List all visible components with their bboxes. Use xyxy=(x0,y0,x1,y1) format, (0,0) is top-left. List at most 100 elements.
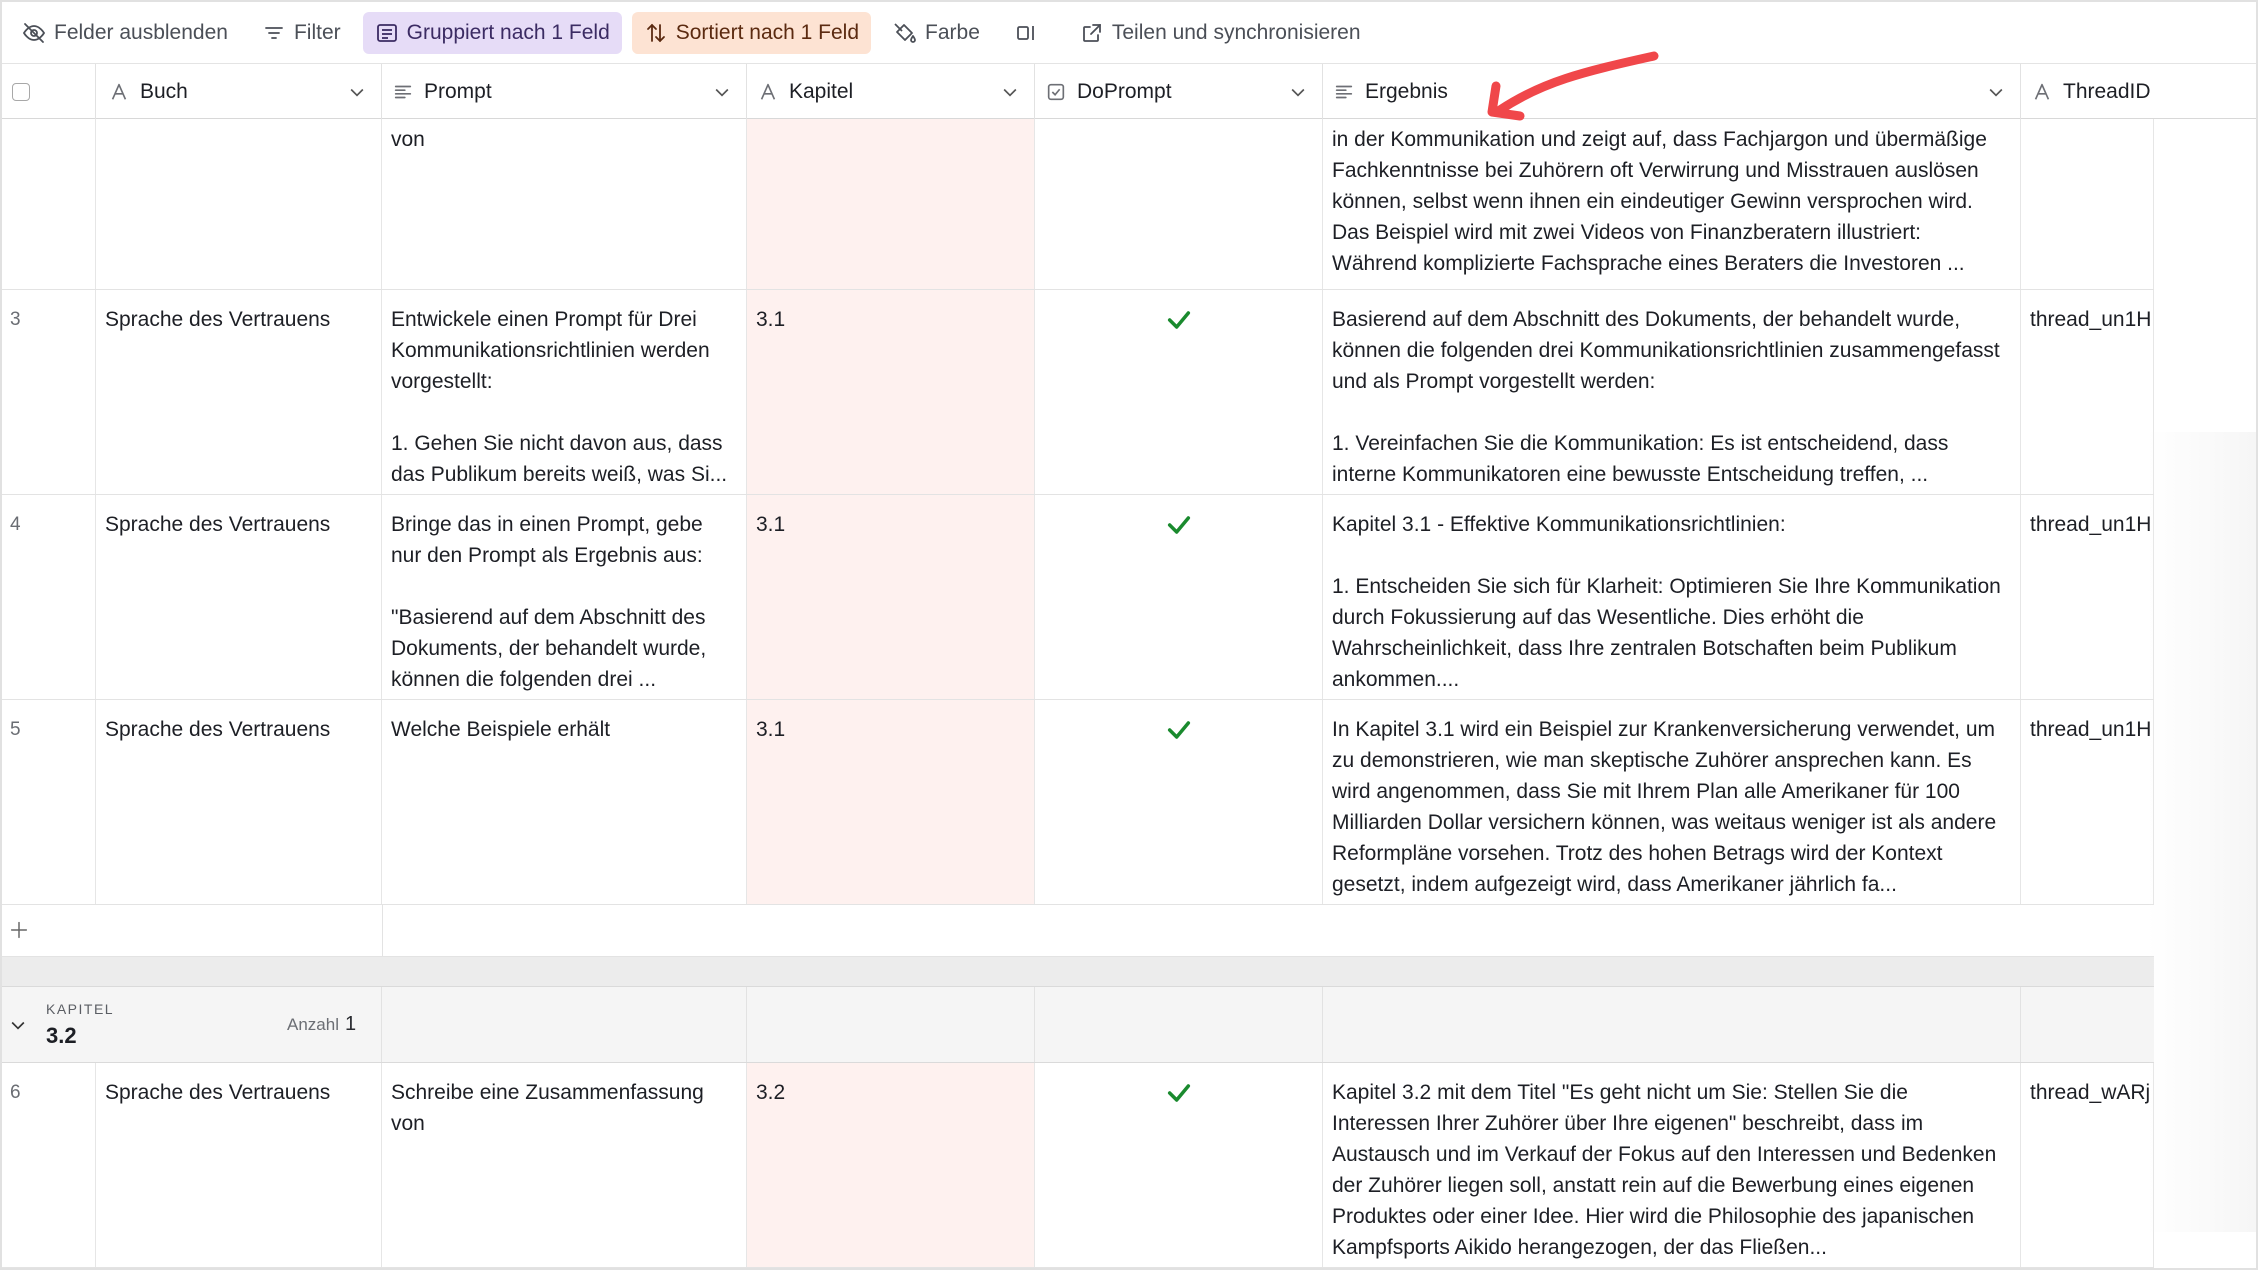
cell-prompt[interactable]: Entwickele einen Prompt für Drei Kommuni… xyxy=(382,290,747,494)
row-number: 3 xyxy=(2,290,96,494)
cell-threadid[interactable]: thread_wARj xyxy=(2021,1063,2154,1267)
checkbox-field-icon xyxy=(1047,83,1065,100)
column-header-row: Buch Prompt Kapitel DoPrompt Ergebnis Th… xyxy=(2,64,2256,119)
cell-kapitel[interactable]: 3.1 xyxy=(747,700,1035,904)
cell-threadid[interactable]: thread_un1H xyxy=(2021,495,2154,699)
sort-button[interactable]: Sortiert nach 1 Feld xyxy=(631,11,872,54)
filter-label: Filter xyxy=(293,20,341,44)
check-icon xyxy=(1167,516,1190,534)
row-height-button[interactable] xyxy=(1002,12,1058,54)
cell-buch[interactable]: Sprache des Vertrauens xyxy=(96,290,382,494)
cell-doprompt[interactable] xyxy=(1035,700,1323,904)
scroll-fade-overlay xyxy=(2146,432,2256,1232)
color-label: Farbe xyxy=(925,20,980,44)
group-header-kapitel[interactable]: KAPITEL 3.2 Anzahl 1 xyxy=(2,987,2154,1063)
table-row[interactable]: 3 Sprache des Vertrauens Entwickele eine… xyxy=(2,290,2154,495)
sort-arrows-icon xyxy=(646,23,665,42)
long-text-icon xyxy=(1335,85,1353,98)
cell-ergebnis[interactable]: Kapitel 3.2 mit dem Titel "Es geht nicht… xyxy=(1323,1063,2021,1267)
group-column xyxy=(1323,987,2021,1062)
cell-prompt[interactable]: Welche Beispiele erhält xyxy=(382,700,747,904)
chevron-down-icon[interactable] xyxy=(347,82,367,102)
table-row[interactable]: von in der Kommunikation und zeigt auf, … xyxy=(2,119,2154,290)
row-number: 4 xyxy=(2,495,96,699)
table-row[interactable]: 5 Sprache des Vertrauens Welche Beispiel… xyxy=(2,700,2154,905)
records-grid: Buch Prompt Kapitel DoPrompt Ergebnis Th… xyxy=(2,64,2256,1268)
cell-doprompt[interactable] xyxy=(1035,1063,1323,1267)
cell-ergebnis[interactable]: Basierend auf dem Abschnitt des Dokument… xyxy=(1323,290,2021,494)
filter-button[interactable]: Filter xyxy=(250,12,353,54)
cell-ergebnis[interactable]: in der Kommunikation und zeigt auf, dass… xyxy=(1323,119,2021,289)
cell-buch[interactable]: Sprache des Vertrauens xyxy=(96,700,382,904)
share-sync-button[interactable]: Teilen und synchronisieren xyxy=(1068,12,1373,54)
group-column xyxy=(1035,987,1323,1062)
cell-ergebnis[interactable]: Kapitel 3.1 - Effektive Kommunikationsri… xyxy=(1323,495,2021,699)
app-window: Felder ausblenden Filter Gruppiert nach … xyxy=(0,0,2258,1270)
cell-kapitel[interactable]: 3.2 xyxy=(747,1063,1035,1267)
cell-doprompt[interactable] xyxy=(1035,290,1323,494)
paint-bucket-icon xyxy=(894,22,916,43)
group-column xyxy=(2,987,382,1062)
filter-lines-icon xyxy=(265,26,283,39)
chevron-down-icon[interactable] xyxy=(1288,82,1308,102)
check-icon xyxy=(1167,721,1190,739)
column-header-kapitel[interactable]: Kapitel xyxy=(747,64,1035,119)
column-header-doprompt[interactable]: DoPrompt xyxy=(1035,64,1323,119)
chevron-down-icon[interactable] xyxy=(1000,82,1020,102)
group-separator xyxy=(2,957,2154,987)
plus-icon[interactable] xyxy=(8,919,30,941)
table-row[interactable]: 4 Sprache des Vertrauens Bringe das in e… xyxy=(2,495,2154,700)
column-header-buch[interactable]: Buch xyxy=(96,64,382,119)
select-all-cell xyxy=(2,64,96,119)
cell-doprompt[interactable] xyxy=(1035,119,1323,289)
share-external-icon xyxy=(1082,23,1101,42)
group-label: Gruppiert nach 1 Feld xyxy=(406,20,610,44)
hide-fields-label: Felder ausblenden xyxy=(54,20,228,44)
select-all-checkbox[interactable] xyxy=(12,82,30,101)
cell-threadid[interactable]: thread_un1H xyxy=(2021,700,2154,904)
cell-buch[interactable]: Sprache des Vertrauens xyxy=(96,1063,382,1267)
cell-prompt[interactable]: von xyxy=(382,119,747,289)
column-header-prompt[interactable]: Prompt xyxy=(382,64,747,119)
cell-kapitel[interactable]: 3.1 xyxy=(747,495,1035,699)
share-sync-label: Teilen und synchronisieren xyxy=(1111,20,1361,44)
column-label-kapitel: Kapitel xyxy=(789,79,854,103)
column-divider xyxy=(382,905,383,956)
group-column xyxy=(747,987,1035,1062)
long-text-icon xyxy=(394,85,412,98)
hide-fields-button[interactable]: Felder ausblenden xyxy=(10,12,240,54)
cell-kapitel[interactable]: 3.1 xyxy=(747,290,1035,494)
cell-threadid[interactable] xyxy=(2021,119,2154,289)
chevron-down-icon[interactable] xyxy=(712,82,732,102)
table-row[interactable]: 6 Sprache des Vertrauens Schreibe eine Z… xyxy=(2,1063,2154,1268)
column-header-threadid[interactable]: ThreadID xyxy=(2021,64,2256,119)
row-height-icon xyxy=(1016,25,1034,40)
group-button[interactable]: Gruppiert nach 1 Feld xyxy=(362,11,622,54)
cell-prompt[interactable]: Bringe das in einen Prompt, gebe nur den… xyxy=(382,495,747,699)
text-field-icon xyxy=(2034,83,2050,100)
cell-ergebnis[interactable]: In Kapitel 3.1 wird ein Beispiel zur Kra… xyxy=(1323,700,2021,904)
column-label-prompt: Prompt xyxy=(424,79,492,103)
chevron-down-icon[interactable] xyxy=(1986,82,2006,102)
cell-prompt[interactable]: Schreibe eine Zusammenfassung von xyxy=(382,1063,747,1267)
color-button[interactable]: Farbe xyxy=(881,12,992,54)
view-toolbar: Felder ausblenden Filter Gruppiert nach … xyxy=(2,2,2256,64)
cell-threadid[interactable]: thread_un1H xyxy=(2021,290,2154,494)
text-field-icon xyxy=(760,83,776,100)
cell-buch[interactable] xyxy=(96,119,382,289)
cell-buch[interactable]: Sprache des Vertrauens xyxy=(96,495,382,699)
column-header-ergebnis[interactable]: Ergebnis xyxy=(1323,64,2021,119)
text-field-icon xyxy=(111,83,127,100)
cell-doprompt[interactable] xyxy=(1035,495,1323,699)
row-number: 6 xyxy=(2,1063,96,1267)
cell-kapitel[interactable] xyxy=(747,119,1035,289)
eye-slash-icon xyxy=(22,22,46,43)
sort-label: Sortiert nach 1 Feld xyxy=(675,20,860,44)
row-number: 5 xyxy=(2,700,96,904)
check-icon xyxy=(1167,311,1190,329)
row-number xyxy=(2,119,96,289)
check-icon xyxy=(1167,1084,1190,1102)
column-label-ergebnis: Ergebnis xyxy=(1365,79,1448,103)
add-record-row[interactable] xyxy=(2,905,2154,957)
group-list-icon xyxy=(376,23,397,42)
